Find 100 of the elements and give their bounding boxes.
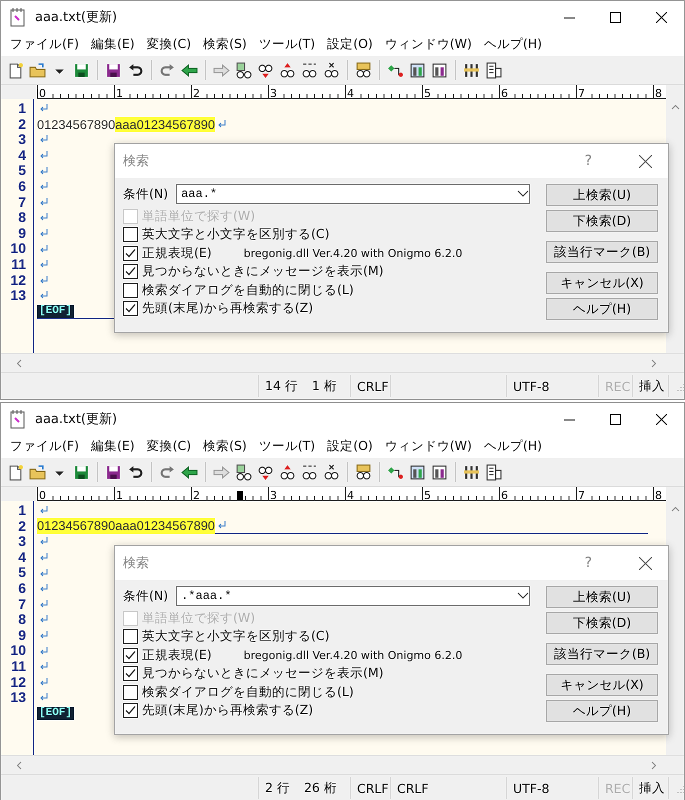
search-field[interactable]: .*aaa.* [176,586,530,606]
scroll-up-icon[interactable] [670,103,680,112]
dialog-button[interactable]: 該当行マーク(B) [546,241,658,263]
checkbox[interactable] [123,666,138,682]
redo-icon[interactable] [159,464,176,480]
line-text: 01234567890 [37,116,116,132]
resize-grip-icon[interactable] [675,783,684,793]
ruler-label: 2 [192,489,200,500]
menu-item[interactable]: 編集(E) [86,34,140,55]
ruler-label: 5 [423,87,431,98]
dialog-button[interactable]: キャンセル(X) [546,674,658,696]
eyes-icon[interactable] [323,464,340,480]
menu-item[interactable]: ファイル(F) [5,34,84,55]
return-icon [39,244,48,254]
ruler-label: 6 [500,87,508,98]
return-icon [39,229,48,238]
ruler-label: 3 [269,489,277,500]
undo-icon[interactable] [127,464,144,480]
eyes-icon[interactable] [355,62,372,78]
record-indicator: REC [605,780,630,796]
maximize-icon[interactable] [610,12,620,22]
close-icon[interactable] [638,154,652,168]
resize-grip-icon[interactable] [675,381,684,391]
checkbox[interactable] [123,629,138,644]
maximize-icon[interactable] [610,414,620,424]
dialog-button[interactable]: 下検索(D) [546,210,658,232]
line-ending: CRLF [357,780,389,796]
window-icon[interactable] [431,464,448,480]
eyes-icon[interactable] [355,464,372,480]
menu-item[interactable]: ウィンドウ(W) [380,436,477,457]
checkbox-label: 正規表現(E) [142,646,212,664]
eyes-icon[interactable] [279,62,296,78]
row-indicator: 2 行 [265,780,290,796]
ruler-label: 7 [577,489,585,500]
checkbox[interactable] [123,227,138,242]
help-button[interactable]: ? [584,555,592,571]
checkbox[interactable] [123,246,138,261]
menu-item[interactable]: ツール(T) [254,34,320,55]
scroll-left-icon[interactable] [15,358,24,368]
close-icon[interactable] [638,556,652,570]
save-icon[interactable] [73,62,90,78]
menu-item[interactable]: ファイル(F) [5,436,84,457]
file-icon[interactable] [7,62,24,78]
checkbox[interactable] [123,301,138,316]
save-icon[interactable] [73,464,90,480]
checkbox[interactable] [123,703,138,718]
ruler-label: 0 [38,87,46,98]
search-field[interactable]: aaa.* [176,184,530,204]
menu-item[interactable]: 設定(O) [322,34,378,55]
file-icon[interactable] [7,464,24,480]
save-all-icon[interactable] [105,464,122,480]
left-arrow-icon[interactable] [181,464,198,480]
eyes-icon[interactable] [279,464,296,480]
dialog-button[interactable]: 下検索(D) [546,612,658,634]
dialog-button[interactable]: 上検索(U) [546,586,658,608]
eyes-icon[interactable] [301,464,318,480]
save-all-icon[interactable] [105,62,122,78]
menu-item[interactable]: ヘルプ(H) [478,436,548,457]
menu-item[interactable]: 変換(C) [142,34,196,55]
highlighted-text: 01234567890aaa01234567890 [37,518,215,534]
dialog-button[interactable]: ヘルプ(H) [546,700,658,722]
menu-item[interactable]: ウィンドウ(W) [380,34,477,55]
menu-item[interactable]: ヘルプ(H) [478,34,548,55]
scroll-left-icon[interactable] [15,760,24,770]
redo-icon[interactable] [159,62,176,78]
left-arrow-icon[interactable] [181,62,198,78]
menu-item[interactable]: 検索(S) [198,436,252,457]
scroll-right-icon[interactable] [649,358,658,368]
checkbox[interactable] [123,684,138,700]
menu-item[interactable]: 検索(S) [198,34,252,55]
undo-icon[interactable] [127,62,144,78]
dialog-button[interactable]: 該当行マーク(B) [546,643,658,665]
menu-item[interactable]: ツール(T) [254,436,320,457]
folder-icon[interactable] [29,62,46,78]
dialog-button[interactable]: ヘルプ(H) [546,298,658,320]
window-icon[interactable] [409,62,426,78]
menu-item[interactable]: 変換(C) [142,436,196,457]
checkbox[interactable] [123,282,138,298]
list-icon[interactable] [485,464,502,480]
dialog-button[interactable]: 上検索(U) [546,184,658,206]
scroll-up-icon[interactable] [670,505,680,514]
window-icon[interactable] [409,464,426,480]
help-button[interactable]: ? [584,153,592,169]
line-number: 3 [17,132,27,148]
window-icon[interactable] [431,62,448,78]
eyes-icon[interactable] [257,62,274,78]
list-icon[interactable] [485,62,502,78]
dialog-button[interactable]: キャンセル(X) [546,272,658,294]
return-icon [39,104,48,114]
eyes-icon[interactable] [323,62,340,78]
checkbox[interactable] [123,264,138,280]
folder-icon[interactable] [29,464,46,480]
checkbox[interactable] [123,648,138,663]
scroll-right-icon[interactable] [649,760,658,770]
eyes-icon[interactable] [301,62,318,78]
eyes-icon[interactable] [257,464,274,480]
close-icon[interactable] [656,414,666,424]
menu-item[interactable]: 設定(O) [322,436,378,457]
menu-item[interactable]: 編集(E) [86,436,140,457]
close-icon[interactable] [656,12,666,22]
